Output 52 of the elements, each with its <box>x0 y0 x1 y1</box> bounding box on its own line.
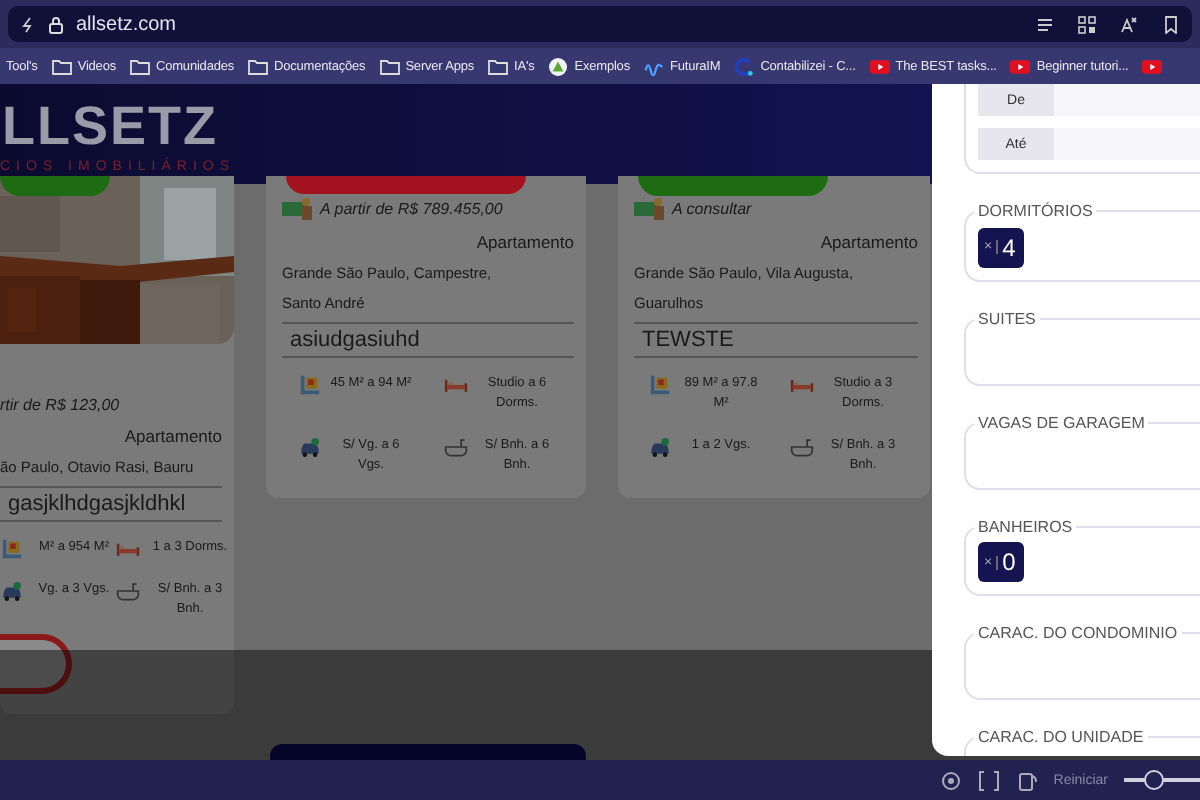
property-title: gasjklhdgasjkldhkl <box>0 486 222 522</box>
bed-icon <box>443 374 467 396</box>
folder-icon <box>379 57 400 75</box>
group-legend: VAGAS DE GARAGEM <box>974 413 1149 431</box>
logo-text[interactable]: LLSETZ <box>2 96 218 156</box>
price-text: rtir de R$ 123,00 <box>0 396 120 414</box>
list-icon[interactable] <box>1036 15 1054 33</box>
group-legend: BANHEIROS <box>974 517 1077 535</box>
lock-icon <box>48 15 64 33</box>
bed-icon <box>789 374 813 396</box>
bathtub-icon <box>116 580 140 602</box>
bookmark-icon[interactable] <box>1162 15 1180 33</box>
qr-code-icon[interactable] <box>1078 15 1096 33</box>
triangle-logo-icon <box>548 57 569 75</box>
play-icon <box>1010 57 1031 75</box>
c-logo-icon <box>734 57 755 75</box>
slider-thumb[interactable] <box>1144 770 1165 790</box>
folder-icon <box>130 57 150 75</box>
address-bar[interactable]: allsetz.com <box>8 6 1192 42</box>
folder-icon <box>51 57 72 75</box>
play-icon <box>869 57 890 75</box>
car-icon <box>297 435 321 458</box>
floor-plan-icon <box>647 374 671 396</box>
group-legend: CARAC. DO UNIDADE <box>974 728 1148 746</box>
bathtub-icon <box>443 435 467 458</box>
group-legend: SUITES <box>974 309 1040 327</box>
camera-icon[interactable] <box>939 769 962 791</box>
outline-button[interactable] <box>0 633 72 694</box>
property-type: Apartamento <box>124 426 222 446</box>
money-icon <box>634 196 666 220</box>
property-type: Apartamento <box>476 232 574 252</box>
folder-icon <box>248 57 269 75</box>
translate-icon[interactable] <box>1120 15 1138 33</box>
price-text: A consultar <box>672 199 752 217</box>
car-icon <box>0 580 24 602</box>
url-text: allsetz.com <box>76 13 179 35</box>
rotate-icon[interactable] <box>1015 769 1038 791</box>
floor-plan-icon <box>0 538 24 560</box>
property-title: asiudgasiuhd <box>282 322 574 358</box>
car-icon <box>647 435 671 458</box>
property-type: Apartamento <box>820 232 918 252</box>
price-text: A partir de R$ 789.455,00 <box>320 199 503 217</box>
frame-icon[interactable] <box>977 769 1000 791</box>
bathtub-icon <box>789 435 813 458</box>
group-legend: CARAC. DO CONDOMINIO <box>974 624 1182 642</box>
play-icon <box>1142 57 1163 75</box>
property-title: TEWSTE <box>634 322 918 358</box>
floor-plan-icon <box>297 374 321 396</box>
folder-icon <box>488 57 508 75</box>
group-legend: DORMITÓRIOS <box>974 202 1097 220</box>
bed-icon <box>116 538 140 560</box>
money-icon <box>282 196 314 220</box>
